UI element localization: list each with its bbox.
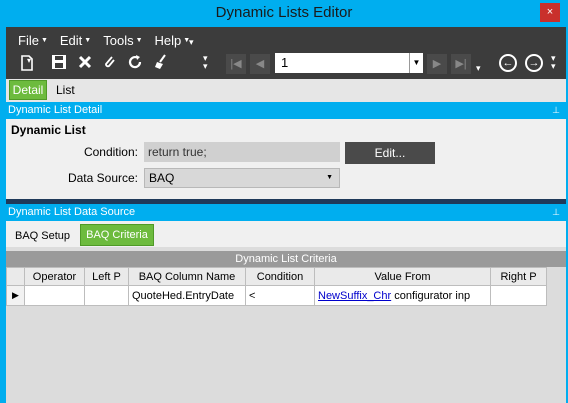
column-header-left-p[interactable]: Left P (84, 267, 129, 286)
save-icon[interactable] (50, 54, 68, 72)
dropdown-arrow-icon: ▼ (40, 36, 48, 44)
menu-tools[interactable]: Tools ▼ (103, 33, 143, 48)
attachment-icon[interactable] (100, 54, 118, 72)
menu-bar: File ▼ Edit ▼ Tools ▼ Help ▼ (18, 33, 191, 48)
new-dropdown-icon[interactable]: ▾ (24, 52, 34, 70)
subtab-strip: BAQ Setup BAQ Criteria (6, 221, 566, 247)
title-bar: Dynamic Lists Editor × (0, 0, 568, 27)
edit-button[interactable]: Edit... (345, 142, 435, 164)
tab-list[interactable]: List (56, 83, 75, 97)
refresh-icon[interactable] (126, 54, 144, 72)
tab-baq-setup[interactable]: BAQ Setup (15, 230, 70, 242)
pin-icon[interactable]: ⊥ (552, 102, 560, 119)
criteria-grid-area: Dynamic List Criteria Operator Left P BA… (6, 247, 566, 403)
record-navigator-field[interactable]: 1 (275, 53, 409, 73)
first-record-icon[interactable]: |◀ (226, 54, 246, 74)
toolbar: File ▼ Edit ▼ Tools ▼ Help ▼ ▾ ▾ ▾ ▾ |◀ … (6, 27, 566, 79)
column-header-value-from[interactable]: Value From (314, 267, 491, 286)
condition-field[interactable]: return true; (144, 142, 340, 162)
tab-detail[interactable]: Detail (9, 80, 47, 100)
column-header-right-p[interactable]: Right P (490, 267, 547, 286)
menu-file[interactable]: File ▼ (18, 33, 48, 48)
close-button[interactable]: × (540, 3, 560, 22)
data-source-label: Data Source: (67, 171, 138, 185)
window-title: Dynamic Lists Editor (215, 4, 353, 21)
main-tab-strip: Detail List (6, 79, 566, 102)
cell-baq-column[interactable]: QuoteHed.EntryDate (128, 285, 246, 306)
column-header-condition[interactable]: Condition (245, 267, 315, 286)
chevron-down-icon: ▼ (326, 174, 333, 181)
column-header-operator[interactable]: Operator (24, 267, 85, 286)
data-source-panel: BAQ Setup BAQ Criteria Dynamic List Crit… (6, 221, 566, 403)
datasource-section-header: Dynamic List Data Source ⊥ (6, 204, 566, 221)
menu-overflow-icon[interactable]: ▾ (189, 37, 194, 48)
clear-icon[interactable] (152, 54, 170, 72)
dropdown-arrow-icon: ▼ (135, 36, 143, 44)
navigator-overflow-icon[interactable]: ▾ (476, 64, 481, 73)
forward-icon[interactable]: → (525, 54, 543, 72)
cell-operator[interactable] (24, 285, 85, 306)
grid-caption: Dynamic List Criteria (6, 251, 566, 267)
menu-edit[interactable]: Edit ▼ (60, 33, 92, 48)
grid-header-row: Operator Left P BAQ Column Name Conditio… (6, 267, 547, 286)
back-icon[interactable]: ← (499, 54, 517, 72)
menu-help[interactable]: Help ▼ (155, 33, 191, 48)
cell-left-p[interactable] (84, 285, 129, 306)
detail-section-title: Dynamic List Detail (8, 104, 103, 116)
column-header-baq-column[interactable]: BAQ Column Name (128, 267, 246, 286)
data-source-value: BAQ (149, 171, 175, 185)
dynamic-list-detail-panel: Dynamic List Condition: return true; Edi… (6, 119, 566, 199)
previous-record-icon[interactable]: ◀ (250, 54, 270, 74)
detail-section-header: Dynamic List Detail ⊥ (6, 102, 566, 119)
toolbar-overflow-icon[interactable]: ▾ ▾ (203, 54, 208, 71)
criteria-grid: Operator Left P BAQ Column Name Conditio… (6, 267, 547, 306)
tab-baq-criteria[interactable]: BAQ Criteria (80, 224, 154, 246)
window-content: File ▼ Edit ▼ Tools ▼ Help ▼ ▾ ▾ ▾ ▾ |◀ … (6, 27, 566, 403)
datasource-section-title: Dynamic List Data Source (8, 206, 136, 218)
cell-right-p[interactable] (490, 285, 547, 306)
row-selector-header (6, 267, 25, 286)
condition-label: Condition: (83, 145, 138, 159)
value-from-text: configurator inp (394, 289, 471, 302)
value-from-link[interactable]: NewSuffix_Chr (318, 290, 391, 302)
group-label: Dynamic List (11, 123, 86, 137)
data-source-select[interactable]: BAQ ▼ (144, 168, 340, 188)
next-record-icon[interactable]: ▶ (427, 54, 447, 74)
cell-condition[interactable]: < (245, 285, 315, 306)
table-row[interactable]: ▶ QuoteHed.EntryDate < NewSuffix_Chr con… (6, 285, 547, 306)
dropdown-arrow-icon: ▼ (84, 36, 92, 44)
cell-value-from[interactable]: NewSuffix_Chr configurator inp (314, 285, 491, 306)
last-record-icon[interactable]: ▶| (451, 54, 471, 74)
window-frame: File ▼ Edit ▼ Tools ▼ Help ▼ ▾ ▾ ▾ ▾ |◀ … (0, 27, 568, 403)
nav-overflow-icon[interactable]: ▾ ▾ (551, 54, 556, 71)
current-row-icon[interactable]: ▶ (6, 285, 25, 306)
navigator-dropdown-icon[interactable]: ▼ (409, 53, 423, 73)
pin-icon[interactable]: ⊥ (552, 204, 560, 221)
delete-icon[interactable] (76, 54, 94, 72)
